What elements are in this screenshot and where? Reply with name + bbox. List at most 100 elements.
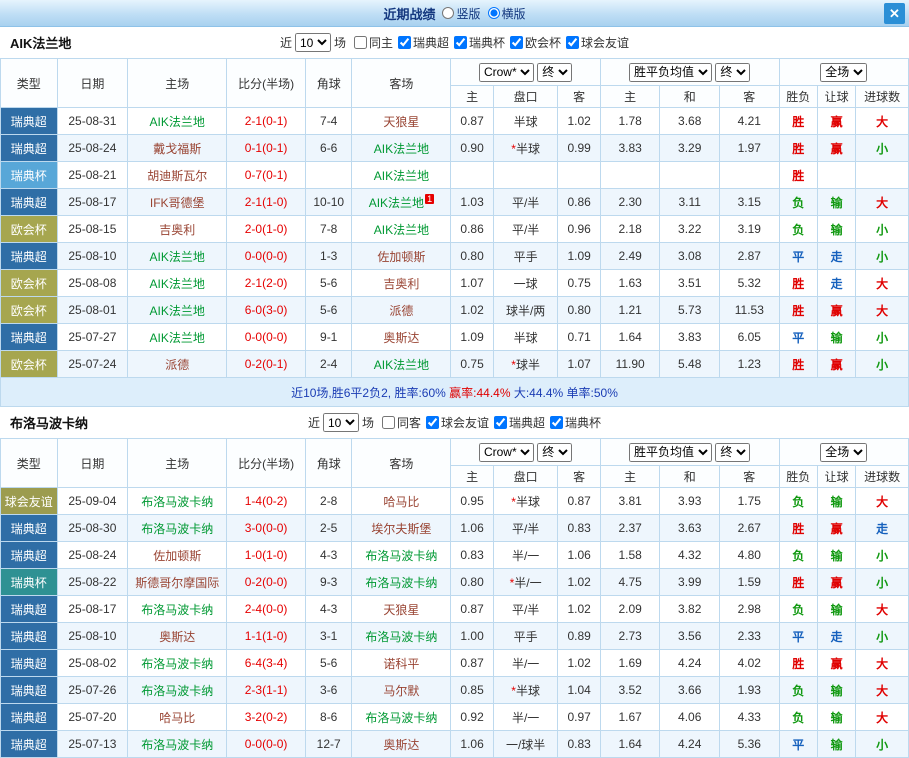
home-team: 胡迪斯瓦尔 xyxy=(127,161,228,189)
handicap-line: 半球 xyxy=(492,323,559,351)
league-badge: 球会友谊 xyxy=(0,487,58,515)
score: 0-0(0-0) xyxy=(226,730,306,758)
win-loss-result: 负 xyxy=(778,487,818,515)
col-away: 客场 xyxy=(351,438,452,488)
filter-瑞典超[interactable]: 瑞典超 xyxy=(494,414,545,431)
corner-count: 5-6 xyxy=(304,269,353,297)
win-loss-result: 胜 xyxy=(778,107,818,135)
handicap-away-odds: 0.96 xyxy=(557,215,601,243)
filter-同客[interactable]: 同客 xyxy=(381,414,421,431)
handicap-line: 平/半 xyxy=(492,514,559,542)
away-team: 佐加顿斯 xyxy=(351,242,452,270)
handicap-result: 赢 xyxy=(816,568,857,596)
avg-odds-select[interactable]: 胜平负均值 xyxy=(629,442,713,462)
away-team: 马尔默 xyxy=(351,676,452,704)
col-type: 类型 xyxy=(0,58,58,108)
score: 0-1(0-1) xyxy=(226,134,306,162)
avg-away-odds xyxy=(719,161,780,189)
col-avg-home: 主 xyxy=(599,465,661,488)
filter-checkbox[interactable] xyxy=(426,415,439,429)
filter-checkbox[interactable] xyxy=(397,35,411,49)
handicap-final-select[interactable]: 终 xyxy=(537,442,573,462)
corner-count: 10-10 xyxy=(304,188,353,216)
handicap-final-select[interactable]: 终 xyxy=(537,62,573,82)
col-handicap-line: 盘口 xyxy=(492,85,559,108)
filter-checkbox[interactable] xyxy=(353,35,367,49)
avg-draw-odds xyxy=(659,161,720,189)
col-let: 让球 xyxy=(816,85,857,108)
radio-horizontal-input[interactable] xyxy=(487,7,500,19)
score: 1-4(0-2) xyxy=(226,487,306,515)
handicap-home-odds: 1.06 xyxy=(450,730,494,758)
league-badge: 瑞典超 xyxy=(0,730,58,758)
handicap-away-odds: 0.86 xyxy=(557,188,601,216)
league-badge: 欧会杯 xyxy=(0,296,58,324)
col-corner: 角球 xyxy=(304,58,353,108)
match-date: 25-08-30 xyxy=(56,514,129,542)
avg-odds-select[interactable]: 胜平负均值 xyxy=(629,62,713,82)
filter-checkbox[interactable] xyxy=(381,415,395,429)
goals-result: 大 xyxy=(855,296,909,324)
handicap-home-odds: 1.03 xyxy=(450,188,494,216)
league-badge: 瑞典超 xyxy=(0,703,58,731)
filter-checkbox[interactable] xyxy=(550,415,564,429)
filter-checkbox[interactable] xyxy=(494,415,508,429)
avg-final-select[interactable]: 终 xyxy=(715,62,751,82)
away-team: 奥斯达 xyxy=(351,730,452,758)
win-loss-result: 负 xyxy=(778,595,818,623)
handicap-result: 赢 xyxy=(816,649,857,677)
home-team: 戴戈福斯 xyxy=(127,134,228,162)
handicap-home-odds: 0.90 xyxy=(450,134,494,162)
avg-home-odds: 2.37 xyxy=(599,514,661,542)
home-team: 奥斯达 xyxy=(127,622,228,650)
home-team: AIK法兰地 xyxy=(127,323,228,351)
full-match-select[interactable]: 全场 xyxy=(820,442,868,462)
avg-draw-odds: 3.66 xyxy=(659,676,720,704)
recent-count-select[interactable]: 10 xyxy=(294,33,331,52)
match-date: 25-08-17 xyxy=(56,188,129,216)
radio-horizontal-label: 横版 xyxy=(501,6,526,21)
league-badge: 瑞典超 xyxy=(0,541,58,569)
win-loss-result: 平 xyxy=(778,242,818,270)
avg-away-odds: 1.59 xyxy=(719,568,780,596)
filter-瑞典杯[interactable]: 瑞典杯 xyxy=(454,34,505,51)
radio-horizontal-layout[interactable]: 横版 xyxy=(487,5,526,22)
away-team: 吉奥利 xyxy=(351,269,452,297)
avg-home-odds: 1.58 xyxy=(599,541,661,569)
filter-欧会杯[interactable]: 欧会杯 xyxy=(510,34,561,51)
odds-company-select[interactable]: Crow* xyxy=(478,62,534,82)
avg-final-select[interactable]: 终 xyxy=(715,442,751,462)
home-team: AIK法兰地 xyxy=(127,107,228,135)
handicap-result: 赢 xyxy=(816,107,857,135)
filter-球会友谊[interactable]: 球会友谊 xyxy=(566,34,629,51)
win-loss-result: 胜 xyxy=(778,350,818,378)
match-row: 瑞典超 25-07-20 哈马比 3-2(0-2) 8-6 布洛马波卡纳 0.92 半/一 0.… xyxy=(0,703,909,731)
match-row: 欧会杯 25-08-08 AIK法兰地 2-1(2-0) 5-6 吉奥利 1.07 一球 0.7… xyxy=(0,269,909,297)
match-row: 球会友谊 25-09-04 布洛马波卡纳 1-4(0-2) 2-8 哈马比 0.95 *半球 0… xyxy=(0,487,909,515)
avg-away-odds: 2.87 xyxy=(719,242,780,270)
home-team: IFK哥德堡 xyxy=(127,188,228,216)
filter-checkbox[interactable] xyxy=(510,35,524,49)
filter-瑞典超[interactable]: 瑞典超 xyxy=(397,34,449,51)
filter-同主[interactable]: 同主 xyxy=(353,34,393,51)
recent-count-select[interactable]: 10 xyxy=(322,413,359,432)
filter-瑞典杯[interactable]: 瑞典杯 xyxy=(550,414,601,431)
close-icon[interactable]: ✕ xyxy=(884,3,905,24)
filter-checkbox[interactable] xyxy=(454,35,467,49)
handicap-home-odds: 1.02 xyxy=(450,296,494,324)
handicap-home-odds: 0.87 xyxy=(450,107,494,135)
match-date: 25-08-15 xyxy=(56,215,129,243)
radio-vertical-layout[interactable]: 竖版 xyxy=(442,5,481,22)
home-team: 布洛马波卡纳 xyxy=(127,595,228,623)
filter-球会友谊[interactable]: 球会友谊 xyxy=(426,414,489,431)
radio-vertical-input[interactable] xyxy=(442,7,455,19)
full-match-select[interactable]: 全场 xyxy=(820,62,868,82)
home-team: AIK法兰地 xyxy=(127,242,228,270)
summary-row: 近10场,胜6平2负2, 胜率:60% 赢率:44.4% 大:44.4% 单率:… xyxy=(0,377,909,407)
filter-checkbox[interactable] xyxy=(566,35,580,49)
odds-company-select[interactable]: Crow* xyxy=(478,442,534,462)
card-badge: 1 xyxy=(425,193,435,204)
col-winloss: 胜负 xyxy=(778,465,818,488)
score: 0-2(0-1) xyxy=(226,350,306,378)
avg-away-odds: 2.67 xyxy=(719,514,780,542)
